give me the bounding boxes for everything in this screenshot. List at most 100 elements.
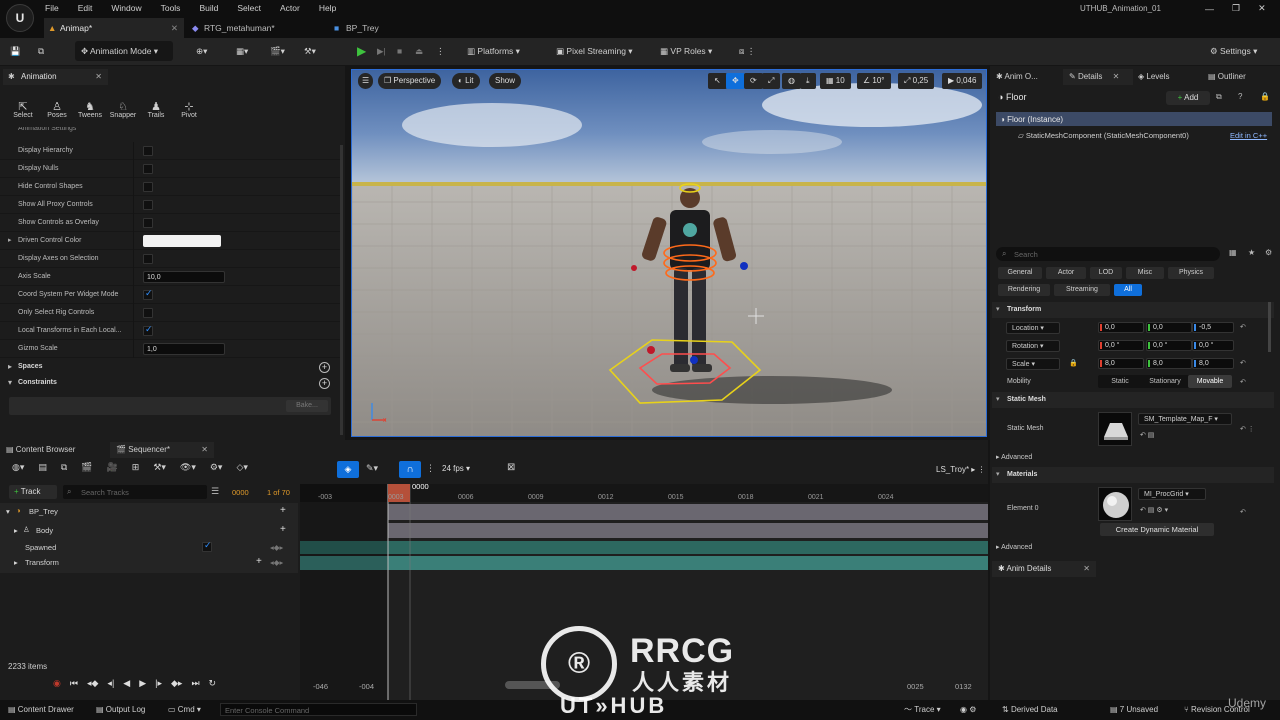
menu-edit[interactable]: Edit — [78, 0, 93, 16]
loop-icon[interactable]: ↻ — [209, 678, 217, 689]
body-section-2[interactable] — [388, 523, 988, 538]
setting-checkbox[interactable] — [143, 146, 153, 156]
scrollbar[interactable] — [340, 145, 343, 435]
output-log-button[interactable]: ▤ Output Log — [96, 700, 145, 720]
filter-rendering[interactable]: Rendering — [998, 284, 1050, 296]
filter-all[interactable]: All — [1114, 284, 1142, 296]
static-mesh-component-row[interactable]: ▱ StaticMeshComponent (StaticMeshCompone… — [1018, 131, 1189, 140]
menu-help[interactable]: Help — [319, 0, 336, 16]
menu-tools[interactable]: Tools — [161, 0, 181, 16]
setting-row[interactable]: Hide Control Shapes — [0, 178, 340, 196]
column-divider[interactable] — [133, 232, 134, 250]
range-start[interactable]: -046 — [313, 682, 328, 691]
settings-icon[interactable]: ⚙ — [1265, 248, 1272, 257]
component-instance-row[interactable]: ◑ Floor (Instance) — [996, 112, 1272, 126]
actions-icon[interactable]: ⚒▾ — [153, 462, 166, 473]
close-tab-icon[interactable]: ✕ — [201, 442, 208, 458]
range-end-2[interactable]: 0132 — [955, 682, 972, 691]
setting-checkbox[interactable] — [143, 164, 153, 174]
create-dynamic-material-button[interactable]: Create Dynamic Material — [1100, 523, 1214, 536]
reset-scale-icon[interactable]: ↶ — [1240, 359, 1246, 367]
section-constraints[interactable]: ▾ Constraints + — [0, 376, 340, 391]
help-icon[interactable]: ? — [1238, 92, 1242, 101]
section-materials[interactable]: ▾ Materials — [992, 467, 1274, 483]
rotation-x[interactable]: 0,0 ° — [1098, 340, 1144, 351]
section-transform[interactable]: ▾ Transform — [992, 302, 1274, 318]
reset-mesh-icon[interactable]: ↶ ⋮ — [1240, 425, 1255, 433]
step-forward-icon[interactable]: |▸ — [155, 678, 162, 689]
ik-control-blue[interactable] — [690, 356, 698, 364]
reset-mobility-icon[interactable]: ↶ — [1240, 378, 1246, 386]
snap-icon[interactable]: ∩ — [399, 461, 421, 478]
spawned-section[interactable] — [300, 541, 988, 554]
hand-control-left[interactable] — [631, 265, 637, 271]
tracks-icon[interactable]: ⊞ — [132, 462, 140, 473]
add-icon[interactable]: + — [280, 505, 286, 516]
show-button[interactable]: Show — [489, 73, 522, 89]
view-options-icon[interactable]: 👁▾ — [180, 462, 196, 473]
color-swatch[interactable] — [143, 235, 221, 247]
filter-icon[interactable]: ☰ — [211, 486, 219, 497]
scale-z[interactable]: 8,0 — [1192, 358, 1234, 369]
auto-key-icon[interactable]: ◈ — [337, 461, 359, 478]
close-icon[interactable]: ✕ — [1258, 3, 1266, 14]
cinematics-icon[interactable]: 🎬▾ — [270, 41, 285, 61]
reset-material-icon[interactable]: ↶ — [1240, 508, 1246, 516]
column-divider[interactable] — [133, 178, 134, 196]
column-divider[interactable] — [133, 214, 134, 232]
favorites-icon[interactable]: ★ — [1248, 248, 1255, 257]
setting-checkbox[interactable] — [143, 308, 153, 318]
eject-button[interactable]: ⏏ — [415, 41, 423, 61]
column-divider[interactable] — [133, 268, 134, 286]
column-divider[interactable] — [133, 286, 134, 304]
setting-row[interactable]: Display Nulls — [0, 160, 340, 178]
playback-options-icon[interactable]: ⚙▾ — [210, 462, 223, 473]
play-icon[interactable]: ▶ — [139, 678, 146, 689]
record-button[interactable]: ◉ — [53, 678, 61, 689]
filter-general[interactable]: General — [998, 267, 1042, 279]
find-asset-icon[interactable]: ⧉ — [61, 462, 67, 473]
setting-checkbox[interactable] — [143, 182, 153, 192]
unsaved-button[interactable]: ▤ 7 Unsaved — [1110, 700, 1158, 720]
tab-bp-trey[interactable]: ■ BP_Trey — [330, 18, 470, 38]
edit-in-cpp-link[interactable]: Edit in C++ — [1230, 131, 1267, 140]
tool-select[interactable]: ⇱ Select — [9, 100, 37, 119]
console-input[interactable]: Enter Console Command — [220, 703, 417, 716]
pixel-streaming-button[interactable]: ▣ Pixel Streaming ▾ — [556, 41, 633, 61]
lit-button[interactable]: ◐ Lit — [452, 73, 480, 89]
menu-build[interactable]: Build — [199, 0, 218, 16]
rotation-z[interactable]: 0,0 ° — [1192, 340, 1234, 351]
next-key-icon[interactable]: ◆▸ — [171, 678, 182, 689]
angle-snap-button[interactable]: ∠ 10° — [857, 73, 891, 89]
scale-snap-button[interactable]: ⤢ 0,25 — [898, 73, 935, 89]
status-icons[interactable]: ◉ ⚙ — [960, 700, 976, 720]
filter-misc[interactable]: Misc — [1126, 267, 1164, 279]
jump-to-end-icon[interactable]: ⏭ — [191, 678, 199, 689]
perspective-button[interactable]: ❒ Perspective — [378, 73, 442, 89]
advanced-row[interactable]: ▸ Advanced — [996, 453, 1032, 461]
blueprint-convert-icon[interactable]: ⧉ — [1216, 92, 1222, 102]
hand-control[interactable] — [740, 262, 748, 270]
material-thumbnail[interactable] — [1098, 487, 1132, 521]
close-tab-icon[interactable]: ✕ — [171, 18, 178, 38]
section-static-mesh[interactable]: ▾ Static Mesh — [992, 392, 1274, 408]
minimize-icon[interactable]: — — [1205, 4, 1214, 14]
track-bp-trey[interactable]: ▾ ◑ BP_Trey + — [0, 504, 298, 519]
mobility-static[interactable]: Static — [1098, 375, 1142, 388]
setting-row[interactable]: Axis Scale 10,0 — [0, 268, 340, 286]
unreal-logo[interactable]: U — [6, 4, 34, 32]
add-icon[interactable]: + — [280, 524, 286, 535]
tab-sequencer[interactable]: 🎬 Sequencer* ✕ — [110, 442, 214, 458]
mobility-movable[interactable]: Movable — [1188, 375, 1232, 388]
world-icon[interactable]: ◍ — [782, 73, 801, 89]
search-tracks-input[interactable]: ⌕ Search Tracks — [63, 485, 207, 499]
setting-row[interactable]: Only Select Rig Controls — [0, 304, 340, 322]
setting-row[interactable]: Show All Proxy Controls — [0, 196, 340, 214]
key-options-icon[interactable]: ◇▾ — [236, 462, 247, 473]
tab-animation[interactable]: ✱ Animation ✕ — [3, 69, 108, 85]
column-divider[interactable] — [133, 340, 134, 358]
scale-x[interactable]: 8,0 — [1098, 358, 1144, 369]
ik-control-red[interactable] — [647, 346, 655, 354]
cmd-dropdown[interactable]: ▭ Cmd ▾ — [168, 700, 201, 720]
render-movie-icon[interactable]: 🎬 — [81, 462, 92, 473]
